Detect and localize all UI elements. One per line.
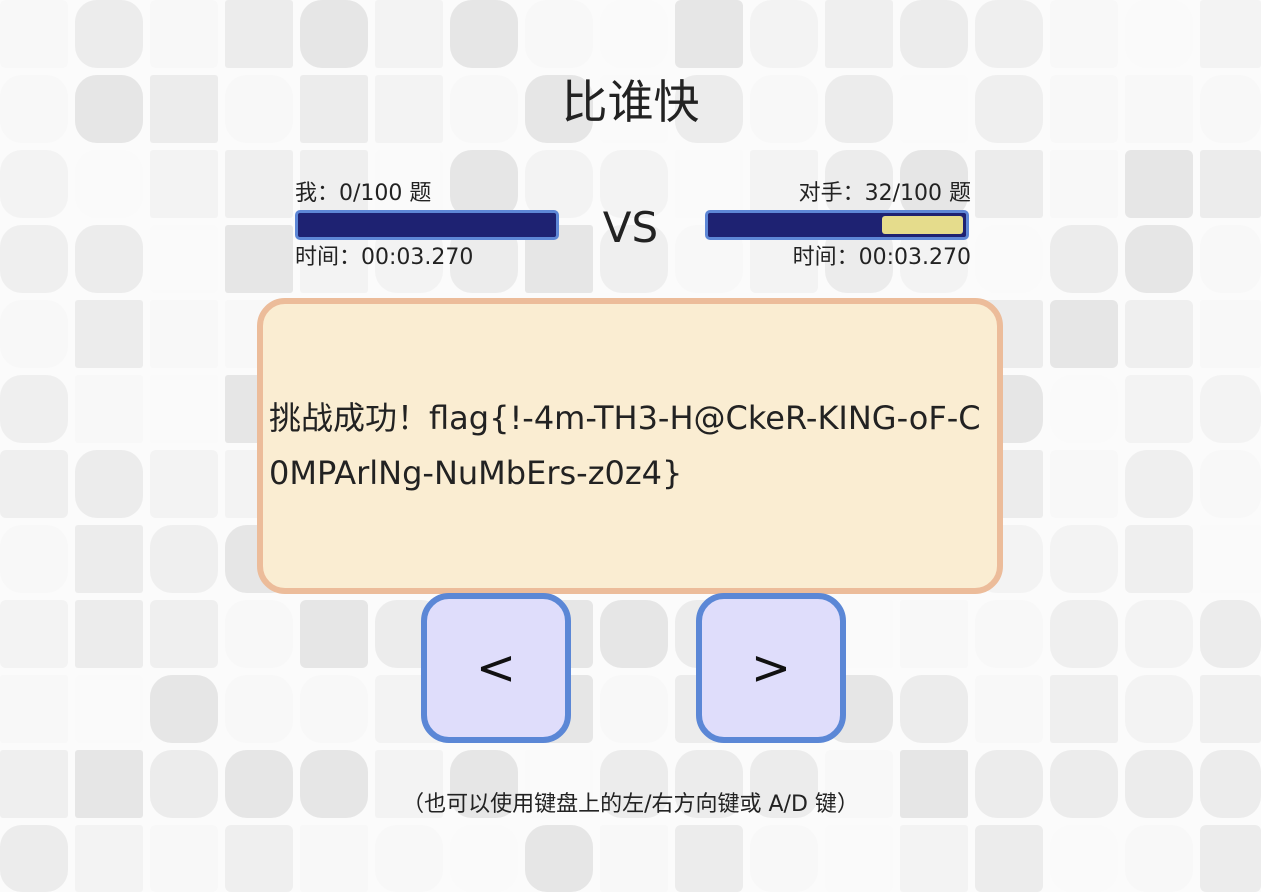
background-tile [1125,675,1193,743]
background-tile [975,825,1043,892]
background-tile [1125,0,1193,68]
background-tile [1125,450,1193,518]
greater-than-symbol: > [750,640,792,696]
background-tile [1050,375,1118,443]
background-tile [900,825,968,892]
background-tile [0,300,68,368]
background-tile [0,0,68,68]
background-tile [75,375,143,443]
background-tile [0,675,68,743]
background-tile [1200,300,1261,368]
background-tile [300,675,368,743]
background-tile [450,825,518,892]
background-tile [375,0,443,68]
less-than-symbol: < [475,640,517,696]
background-tile [1050,300,1118,368]
vs-label: VS [602,203,659,252]
background-tile [975,600,1043,668]
background-tile [1200,825,1261,892]
background-tile [750,825,818,892]
background-tile [75,525,143,593]
background-tile [900,0,968,68]
background-tile [525,825,593,892]
background-tile [375,825,443,892]
background-tile [1200,375,1261,443]
background-tile [675,825,743,892]
background-tile [0,825,68,892]
background-tile [225,675,293,743]
page-title: 比谁快 [561,75,700,129]
background-tile [1125,375,1193,443]
left-answer-button[interactable]: < [421,593,571,743]
background-tile [900,600,968,668]
background-tile [0,375,68,443]
background-tile [825,0,893,68]
background-tile [150,300,218,368]
background-tile [825,825,893,892]
background-tile [75,0,143,68]
background-tile [600,675,668,743]
background-tile [1125,600,1193,668]
background-tile [225,825,293,892]
background-tile [225,600,293,668]
keyboard-hint: （也可以使用键盘上的左/右方向键或 A/D 键） [402,792,859,817]
background-tile [150,825,218,892]
background-tile [450,0,518,68]
background-tile [750,0,818,68]
opponent-time-label: 时间：00:03.270 [792,245,971,270]
background-tile [1200,525,1261,593]
background-tile [1050,825,1118,892]
result-message-box: 挑战成功！flag{!-4m-TH3-H@CkeR-KING-oF-C0MPAr… [257,298,1003,594]
background-tile [1125,825,1193,892]
background-tile [0,600,68,668]
background-tile [225,0,293,68]
background-tile [150,375,218,443]
right-answer-button[interactable]: > [696,593,846,743]
background-tile [150,525,218,593]
background-tile [1200,600,1261,668]
background-tile [150,600,218,668]
opponent-progress-bar [705,210,969,240]
background-tile [150,675,218,743]
background-tile [1050,450,1118,518]
background-tile [900,675,968,743]
background-tile [1200,450,1261,518]
background-tile [75,300,143,368]
background-tile [1200,0,1261,68]
background-tile [300,0,368,68]
background-tile [150,0,218,68]
background-tile [675,0,743,68]
background-tile [75,600,143,668]
background-tile [0,450,68,518]
background-tile [975,0,1043,68]
result-message-text: 挑战成功！flag{!-4m-TH3-H@CkeR-KING-oF-C0MPAr… [269,399,981,492]
background-tile [975,675,1043,743]
background-tile [300,600,368,668]
background-tile [1050,525,1118,593]
background-tile [1125,300,1193,368]
background-tile [75,675,143,743]
background-tile [1125,525,1193,593]
background-tile [1050,675,1118,743]
background-tile [75,825,143,892]
opponent-status-panel: 对手：32/100 题 时间：00:03.270 [701,180,971,272]
background-tile [600,0,668,68]
background-tile [525,0,593,68]
game-stage: 比谁快 我：0/100 题 时间：00:03.270 VS 对手：32/100 … [0,0,1261,892]
background-tile [600,825,668,892]
background-tile [1050,600,1118,668]
background-tile [1050,0,1118,68]
background-tile [0,525,68,593]
opponent-progress-label: 对手：32/100 题 [798,181,971,206]
background-tile [150,450,218,518]
opponent-progress-fill [882,216,963,234]
background-tile [300,825,368,892]
background-tile [600,600,668,668]
background-tile [1200,675,1261,743]
background-tile [75,450,143,518]
